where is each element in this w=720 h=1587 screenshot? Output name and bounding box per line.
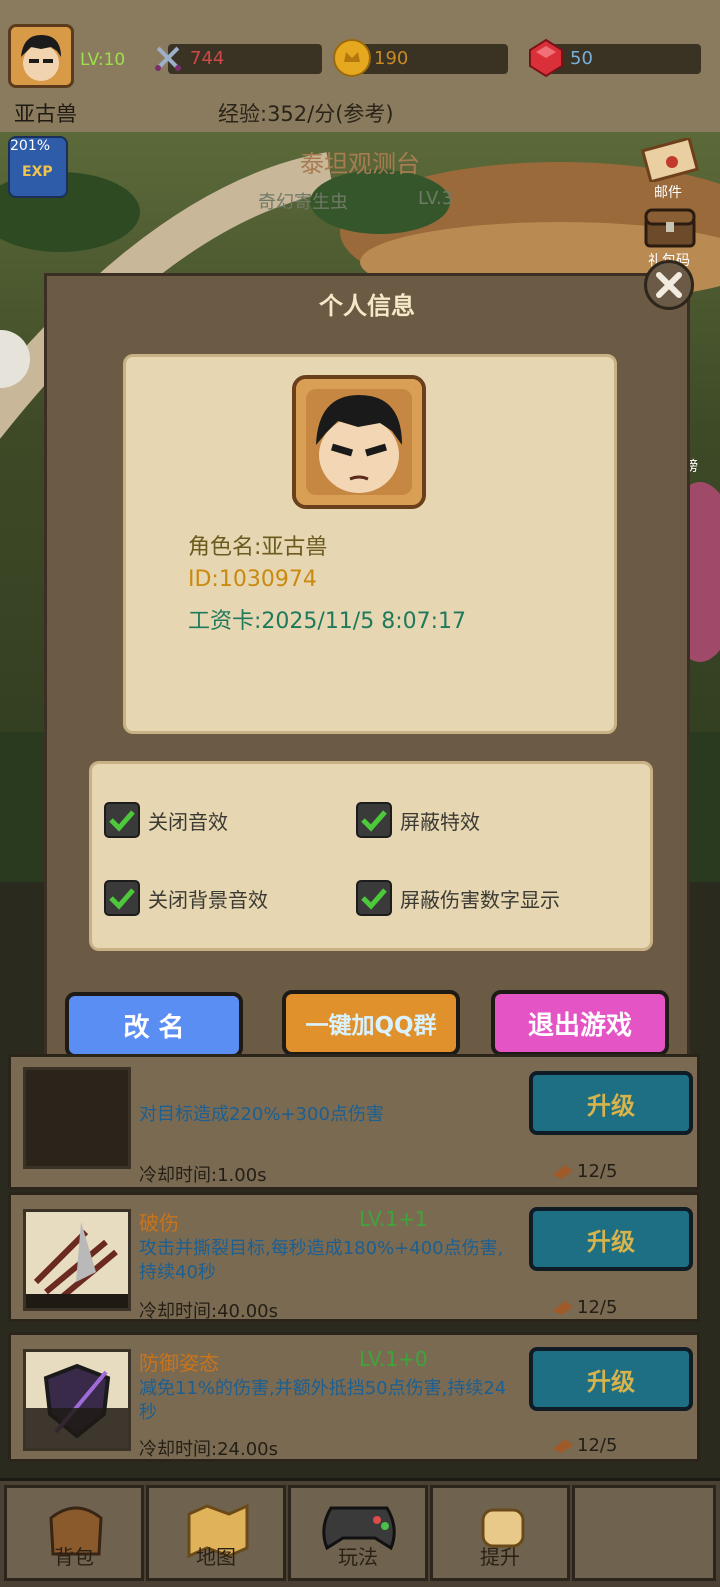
envelope-icon [640, 136, 700, 184]
skill-name: 防御姿态 [139, 1351, 219, 1375]
setting-hide-effects[interactable]: 屏蔽特效 [356, 802, 480, 838]
gift-code-button[interactable]: 礼包码 [642, 206, 704, 269]
gold-value: 190 [374, 48, 409, 69]
mail-button[interactable]: 邮件 [640, 136, 702, 201]
setting-label: 关闭音效 [148, 809, 228, 834]
join-qq-group-button[interactable]: 一键加QQ群 [282, 990, 460, 1056]
gem-value: 50 [570, 48, 593, 69]
upgrade-button[interactable]: 升级 [529, 1071, 693, 1135]
top-status-bar: LV:10 744 190 50 亚古兽 经验:352/分(参考) [0, 0, 720, 135]
skill-description: 对目标造成220%+300点伤害 [139, 1104, 384, 1125]
player-id: ID:1030974 [188, 567, 317, 592]
exp-rate: 经验:352/分(参考) [218, 102, 394, 126]
skill-icon [23, 1209, 131, 1311]
setting-label: 屏蔽伤害数字显示 [400, 887, 560, 912]
skill-book-icon [553, 1439, 573, 1453]
setting-label: 关闭背景音效 [148, 887, 268, 912]
nav-label: 地图 [196, 1545, 236, 1569]
mail-label: 邮件 [654, 185, 682, 201]
nav-map[interactable]: 地图 [146, 1485, 286, 1581]
skill-book-icon [553, 1165, 573, 1179]
skill-name: 破伤 [139, 1211, 179, 1235]
setting-hide-damage-numbers[interactable]: 屏蔽伤害数字显示 [356, 880, 560, 916]
profile-avatar [292, 375, 426, 509]
location-title: 泰坦观测台 [300, 150, 420, 178]
skill-row: 防御姿态 LV.1+0 减免11%的伤害,并额外抵挡50点伤害,持续24秒 冷却… [8, 1332, 700, 1462]
skill-book-count: 12/5 [577, 1297, 618, 1318]
check-icon [109, 810, 135, 832]
checkbox[interactable] [356, 880, 392, 916]
exp-icon: EXP [22, 164, 53, 180]
skill-icon [23, 1067, 131, 1169]
skill-book-count: 12/5 [577, 1161, 618, 1182]
salary-card: 工资卡:2025/11/5 8:07:17 [188, 609, 467, 634]
checkbox[interactable] [104, 802, 140, 838]
nav-label: 玩法 [338, 1545, 378, 1569]
skill-icon [23, 1349, 131, 1451]
exit-game-button[interactable]: 退出游戏 [491, 990, 669, 1056]
character-name: 角色名:亚古兽 [188, 535, 328, 560]
exp-boost-badge[interactable]: 201% EXP [8, 136, 68, 198]
nav-label: 提升 [480, 1545, 520, 1569]
checkbox[interactable] [104, 880, 140, 916]
blade-slash-icon [26, 1212, 128, 1308]
checkbox[interactable] [356, 802, 392, 838]
skill-row: 破伤 LV.1+1 攻击并撕裂目标,每秒造成180%+400点伤害,持续40秒 … [8, 1192, 700, 1322]
player-avatar[interactable] [8, 24, 74, 88]
player-level: LV:10 [80, 50, 126, 70]
crossed-swords-icon [155, 46, 181, 71]
close-icon [656, 272, 682, 298]
attack-value: 744 [190, 48, 225, 69]
skill-book-count: 12/5 [577, 1435, 618, 1456]
setting-mute-bgm[interactable]: 关闭背景音效 [104, 880, 268, 916]
upgrade-button[interactable]: 升级 [529, 1207, 693, 1271]
settings-panel: 关闭音效 屏蔽特效 关闭背景音效 屏蔽伤害数字显示 [89, 761, 653, 951]
treasure-chest-icon [644, 208, 696, 248]
gold-coin-icon [333, 39, 371, 77]
rename-button[interactable]: 改 名 [65, 992, 243, 1058]
skill-row: 对目标造成220%+300点伤害 冷却时间:1.00s 升级 12/5 [8, 1054, 700, 1190]
skill-book-icon [553, 1301, 573, 1315]
hero-portrait-icon [296, 379, 422, 505]
setting-mute-sound[interactable]: 关闭音效 [104, 802, 228, 838]
monster-name: 奇幻寄生虫 [258, 192, 348, 213]
nav-bag[interactable]: 背包 [4, 1485, 144, 1581]
monster-level: LV.3 [418, 188, 454, 209]
ruby-gem-icon [529, 38, 563, 78]
upgrade-button[interactable]: 升级 [529, 1347, 693, 1411]
nav-upgrade[interactable]: 提升 [430, 1485, 570, 1581]
hero-face-icon [11, 27, 71, 85]
dialog-title: 个人信息 [319, 292, 415, 320]
nav-label: 背包 [54, 1545, 94, 1569]
skill-cooldown: 冷却时间:40.00s [139, 1301, 278, 1322]
bottom-navigation: 背包 地图 玩法 提升 [0, 1478, 720, 1587]
exp-boost-percent: 201% [10, 138, 51, 154]
profile-card: 角色名:亚古兽 ID:1030974 工资卡:2025/11/5 8:07:17 [123, 354, 617, 734]
nav-gameplay[interactable]: 玩法 [288, 1485, 428, 1581]
skill-level: LV.1+0 [359, 1347, 428, 1371]
personal-info-dialog: 个人信息 角色名:亚古兽 ID:1030974 工资卡:2025/11/5 8:… [44, 273, 690, 1118]
skill-description: 攻击并撕裂目标,每秒造成180%+400点伤害,持续40秒 [139, 1238, 504, 1283]
player-name: 亚古兽 [14, 102, 77, 126]
shield-icon [26, 1352, 128, 1448]
close-button[interactable] [644, 260, 694, 310]
check-icon [361, 810, 387, 832]
skill-description: 减免11%的伤害,并额外抵挡50点伤害,持续24秒 [139, 1378, 507, 1423]
check-icon [109, 888, 135, 910]
skill-cooldown: 冷却时间:1.00s [139, 1165, 267, 1186]
skill-level: LV.1+1 [359, 1207, 428, 1231]
setting-label: 屏蔽特效 [400, 809, 480, 834]
nav-empty[interactable] [572, 1485, 716, 1581]
gem-bar [545, 44, 701, 74]
check-icon [361, 888, 387, 910]
skill-cooldown: 冷却时间:24.00s [139, 1439, 278, 1460]
